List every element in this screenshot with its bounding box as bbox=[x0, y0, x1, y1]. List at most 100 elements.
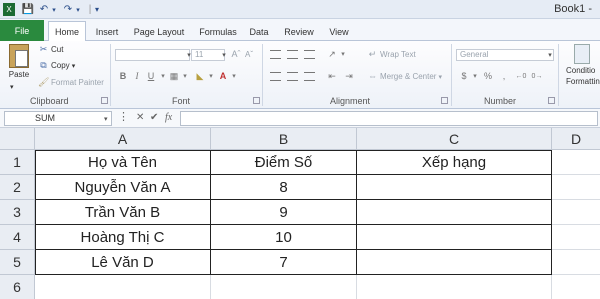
wrap-text-label: Wrap Text bbox=[380, 50, 416, 59]
decrease-decimal-icon[interactable]: 0→ bbox=[531, 71, 543, 82]
top-align-icon[interactable] bbox=[270, 50, 281, 59]
column-header-d[interactable]: D bbox=[552, 128, 600, 150]
cell-a1[interactable]: Họ và Tên bbox=[35, 150, 211, 175]
align-left-icon[interactable] bbox=[270, 72, 281, 81]
orientation-dropdown-icon[interactable]: ▾ bbox=[337, 49, 349, 60]
format-painter-button[interactable]: 🖌 Format Painter bbox=[38, 77, 104, 88]
cell-c6[interactable] bbox=[357, 275, 552, 299]
cell-c4[interactable] bbox=[357, 225, 552, 250]
formula-input[interactable] bbox=[180, 111, 598, 126]
row-header-4[interactable]: 4 bbox=[0, 225, 35, 250]
underline-icon[interactable]: U bbox=[145, 71, 157, 82]
format-painter-label: Format Painter bbox=[51, 78, 104, 87]
undo-icon[interactable]: ↶ bbox=[38, 3, 50, 16]
cell-b5[interactable]: 7 bbox=[211, 250, 357, 275]
customize-qat-icon[interactable]: ▾ bbox=[92, 3, 102, 16]
save-icon[interactable]: 💾 bbox=[22, 3, 34, 16]
tab-page-layout[interactable]: Page Layout bbox=[130, 22, 188, 41]
tab-review[interactable]: Review bbox=[280, 22, 318, 41]
cell-b4[interactable]: 10 bbox=[211, 225, 357, 250]
fill-color-dropdown-icon[interactable]: ▾ bbox=[205, 71, 217, 82]
cell-d2[interactable] bbox=[552, 175, 600, 200]
cell-c2[interactable] bbox=[357, 175, 552, 200]
cut-button[interactable]: ✂ Cut bbox=[38, 44, 64, 55]
row-header-1[interactable]: 1 bbox=[0, 150, 35, 175]
italic-icon[interactable]: I bbox=[131, 71, 143, 82]
currency-dropdown-icon[interactable]: ▾ bbox=[469, 71, 481, 82]
number-launcher-icon[interactable] bbox=[548, 97, 555, 104]
comma-style-icon[interactable]: , bbox=[498, 71, 510, 82]
row-header-3[interactable]: 3 bbox=[0, 200, 35, 225]
undo-dropdown-icon[interactable]: ▾ bbox=[50, 3, 58, 16]
wrap-text-button[interactable]: ↵ Wrap Text bbox=[367, 49, 416, 60]
grow-font-icon[interactable]: Aˆ bbox=[230, 49, 242, 60]
cell-a4[interactable]: Hoàng Thị C bbox=[35, 225, 211, 250]
align-right-icon[interactable] bbox=[304, 72, 315, 81]
cell-b1[interactable]: Điểm Số bbox=[211, 150, 357, 175]
number-format-box[interactable]: General bbox=[456, 49, 554, 61]
insert-function-icon[interactable]: fx bbox=[165, 112, 172, 123]
column-header-c[interactable]: C bbox=[357, 128, 552, 150]
increase-decimal-icon[interactable]: ←0 bbox=[515, 71, 527, 82]
cell-b2[interactable]: 8 bbox=[211, 175, 357, 200]
row-header-6[interactable]: 6 bbox=[0, 275, 35, 299]
cell-d3[interactable] bbox=[552, 200, 600, 225]
align-center-icon[interactable] bbox=[287, 72, 298, 81]
select-all-corner[interactable] bbox=[0, 128, 35, 150]
tab-file[interactable]: File bbox=[0, 20, 44, 41]
clipboard-launcher-icon[interactable] bbox=[101, 97, 108, 104]
name-box-dropdown-icon[interactable]: ▾ bbox=[104, 115, 108, 123]
cell-b3[interactable]: 9 bbox=[211, 200, 357, 225]
cancel-icon[interactable]: ✕ bbox=[136, 112, 144, 123]
formula-bar-grip-icon[interactable]: ⋮ bbox=[118, 110, 129, 123]
cell-a5[interactable]: Lê Văn D bbox=[35, 250, 211, 275]
paste-button[interactable]: Paste bbox=[7, 44, 31, 79]
middle-align-icon[interactable] bbox=[287, 50, 298, 59]
merge-center-dropdown-icon[interactable]: ▾ bbox=[438, 73, 442, 81]
number-format-dropdown-icon[interactable]: ▾ bbox=[544, 50, 556, 61]
conditional-formatting-button[interactable]: Conditio Formattin bbox=[566, 44, 600, 86]
shrink-font-icon[interactable]: Aˇ bbox=[243, 49, 255, 60]
copy-button[interactable]: ⧉ Copy ▾ bbox=[38, 60, 75, 71]
tab-formulas[interactable]: Formulas bbox=[194, 22, 242, 41]
bottom-align-icon[interactable] bbox=[304, 50, 315, 59]
cell-a2[interactable]: Nguyễn Văn A bbox=[35, 175, 211, 200]
tab-insert[interactable]: Insert bbox=[90, 22, 124, 41]
copy-dropdown-icon[interactable]: ▾ bbox=[72, 62, 76, 70]
redo-dropdown-icon[interactable]: ▾ bbox=[74, 3, 82, 16]
cell-d4[interactable] bbox=[552, 225, 600, 250]
cell-a3[interactable]: Trần Văn B bbox=[35, 200, 211, 225]
decrease-indent-icon[interactable]: ⇤ bbox=[326, 71, 338, 82]
enter-icon[interactable]: ✔ bbox=[150, 112, 158, 123]
scissors-icon: ✂ bbox=[39, 44, 48, 54]
paste-dropdown-icon[interactable]: ▾ bbox=[10, 83, 14, 91]
tab-home[interactable]: Home bbox=[48, 21, 86, 42]
font-name-box[interactable] bbox=[115, 49, 190, 61]
column-header-b[interactable]: B bbox=[211, 128, 357, 150]
font-size-dropdown-icon[interactable]: ▾ bbox=[218, 50, 230, 61]
name-box[interactable]: SUM bbox=[4, 111, 112, 126]
cell-d1[interactable] bbox=[552, 150, 600, 175]
cell-c3[interactable] bbox=[357, 200, 552, 225]
cell-a6[interactable] bbox=[35, 275, 211, 299]
font-launcher-icon[interactable] bbox=[253, 97, 260, 104]
column-header-a[interactable]: A bbox=[35, 128, 211, 150]
bold-icon[interactable]: B bbox=[117, 71, 129, 82]
cell-d5[interactable] bbox=[552, 250, 600, 275]
merge-center-button[interactable]: ⇔ Merge & Center ▾ bbox=[367, 71, 442, 82]
font-color-dropdown-icon[interactable]: ▾ bbox=[228, 71, 240, 82]
redo-icon[interactable]: ↷ bbox=[62, 3, 74, 16]
cell-c1[interactable]: Xếp hạng bbox=[357, 150, 552, 175]
alignment-launcher-icon[interactable] bbox=[441, 97, 448, 104]
row-header-5[interactable]: 5 bbox=[0, 250, 35, 275]
cell-d6[interactable] bbox=[552, 275, 600, 299]
wrap-text-icon: ↵ bbox=[368, 49, 377, 59]
increase-indent-icon[interactable]: ⇥ bbox=[343, 71, 355, 82]
percent-icon[interactable]: % bbox=[482, 71, 494, 82]
tab-data[interactable]: Data bbox=[246, 22, 272, 41]
borders-dropdown-icon[interactable]: ▾ bbox=[179, 71, 191, 82]
row-header-2[interactable]: 2 bbox=[0, 175, 35, 200]
cell-c5[interactable] bbox=[357, 250, 552, 275]
tab-view[interactable]: View bbox=[324, 22, 354, 41]
cell-b6[interactable] bbox=[211, 275, 357, 299]
